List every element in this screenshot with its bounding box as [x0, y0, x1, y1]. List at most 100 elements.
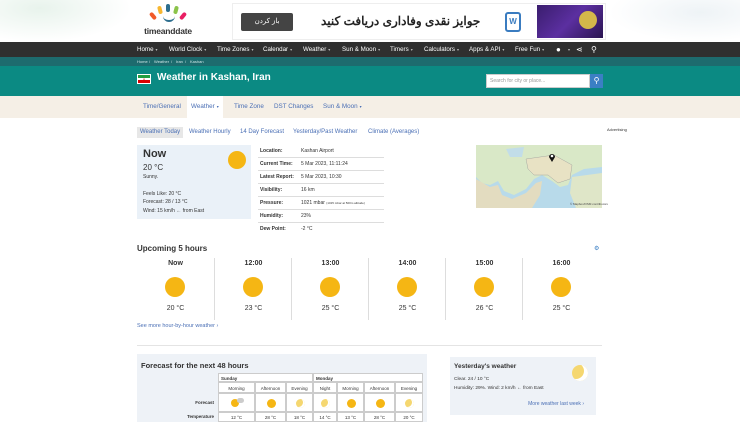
breadcrumb-weather[interactable]: Weather — [154, 57, 169, 66]
period-label: Afternoon — [364, 382, 395, 393]
subtab-14-day-forecast[interactable]: 14 Day Forecast — [240, 127, 284, 138]
map-graphic — [476, 145, 602, 208]
sun-icon — [320, 277, 340, 297]
iran-flag-icon: ● — [137, 74, 151, 84]
advertisement-banner[interactable]: باز کردن جوایز نقدی وفاداری دریافت کنید … — [232, 3, 606, 40]
main-nav: Home ▾ World Clock ▾ Time Zones ▾ Calendar ▾… — [0, 42, 740, 57]
section-tabs: Time/General Weather ▾ Time Zone DST Chan… — [0, 96, 740, 118]
forecast-cell — [218, 393, 255, 412]
forecast-cell — [255, 393, 286, 412]
forecast-cell — [395, 393, 423, 412]
nav-world-clock[interactable]: World Clock ▾ — [169, 42, 206, 57]
forecast-cell — [286, 393, 313, 412]
map-credit: © Mapbox/OSM contributors — [570, 202, 608, 206]
row-label-forecast: Forecast — [195, 400, 214, 405]
logo-text: timeanddate — [144, 26, 192, 36]
temp-cell: 28 °C — [364, 412, 395, 422]
location-pin-icon — [549, 154, 555, 162]
gear-icon[interactable]: ⚙ — [594, 245, 599, 252]
detail-row-humidity: Humidity: 23% — [258, 210, 384, 223]
site-logo[interactable]: timeanddate — [137, 4, 199, 40]
moon-icon — [405, 399, 414, 408]
temp-cell: 12 °C — [218, 412, 255, 422]
hour-column: 14:00 25 °C — [397, 260, 417, 312]
hour-column: 16:00 25 °C — [551, 260, 571, 312]
subtab-past-weather[interactable]: Yesterday/Past Weather — [293, 127, 357, 138]
tab-time-zone[interactable]: Time Zone — [234, 96, 264, 118]
nav-sun-moon[interactable]: Sun & Moon ▾ — [342, 42, 380, 57]
logo-mark — [137, 4, 199, 26]
share-icon[interactable]: ⋖ — [576, 45, 583, 54]
ad-headline: جوایز نقدی وفاداری دریافت کنید — [321, 14, 481, 28]
tab-time-general[interactable]: Time/General — [143, 96, 181, 118]
detail-row-latest-report: Latest Report: 5 Mar 2023, 10:30 — [258, 171, 384, 184]
decorative-right — [608, 0, 740, 42]
ad-image — [537, 5, 603, 38]
hour-column: 13:00 25 °C — [320, 260, 340, 312]
nav-timers[interactable]: Timers ▾ — [390, 42, 413, 57]
nav-weather[interactable]: Weather ▾ — [303, 42, 330, 57]
sun-icon — [397, 277, 417, 297]
ad-open-button[interactable]: باز کردن — [241, 13, 293, 31]
sun-icon — [267, 399, 276, 408]
tab-sun-moon[interactable]: Sun & Moon ▾ — [323, 96, 362, 118]
forecast-cell — [364, 393, 395, 412]
now-title: Now — [143, 148, 167, 160]
period-label: Evening — [286, 382, 313, 393]
decorative-left — [0, 0, 132, 42]
detail-row-location: Location: Kashan Airport — [258, 145, 384, 158]
period-label: Evening — [395, 382, 423, 393]
chevron-right-icon: › — [582, 401, 584, 407]
breadcrumb-iran[interactable]: Iran — [176, 57, 183, 66]
forecast-range: Forecast: 28 / 13 °C — [143, 199, 188, 205]
forecast-48-panel: Forecast for the next 48 hours Sunday Mo… — [137, 354, 427, 422]
period-label: Afternoon — [255, 382, 286, 393]
search-input[interactable]: Search for city or place... — [486, 74, 590, 88]
breadcrumb-home[interactable]: Home — [137, 57, 148, 66]
current-weather-panel: Now 20 °C Sunny. Feels Like: 20 °C Forec… — [137, 145, 251, 219]
period-label: Morning — [337, 382, 364, 393]
subtab-climate[interactable]: Climate (Averages) — [368, 127, 419, 138]
hour-column: 15:00 26 °C — [474, 260, 494, 312]
account-icon[interactable]: ● — [556, 45, 561, 54]
breadcrumb-separator: / — [185, 59, 187, 64]
moon-icon — [296, 399, 305, 408]
temp-cell: 28 °C — [255, 412, 286, 422]
period-label: Night — [313, 382, 337, 393]
tab-weather[interactable]: Weather ▾ — [187, 96, 223, 118]
yesterday-humidity-wind: Humidity: 29%. Wind: 2 km/h ← from East — [454, 386, 544, 391]
subtab-weather-hourly[interactable]: Weather Hourly — [189, 127, 231, 138]
sun-icon — [228, 151, 246, 169]
hour-by-hour-link[interactable]: See more hour-by-hour weather › — [137, 323, 218, 329]
advertising-label: Advertising — [607, 127, 627, 132]
moon-icon — [321, 399, 330, 408]
row-label-temperature: Temperature — [187, 414, 214, 419]
subtab-weather-today[interactable]: Weather Today — [137, 127, 184, 138]
forecast-cell — [337, 393, 364, 412]
breadcrumb-separator: / — [149, 59, 151, 64]
nav-calendar[interactable]: Calendar ▾ — [263, 42, 292, 57]
ad-brand-icon: W — [505, 12, 521, 32]
temp-cell: 18 °C — [286, 412, 313, 422]
nav-free-fun[interactable]: Free Fun ▾ — [515, 42, 544, 57]
current-description: Sunny. — [143, 174, 159, 180]
location-map[interactable] — [476, 145, 602, 208]
yesterday-title: Yesterday's weather — [454, 363, 517, 370]
nav-home[interactable]: Home ▾ — [137, 42, 158, 57]
yesterday-summary: Clear. 24 / 10 °C — [454, 377, 490, 382]
nav-calculators[interactable]: Calculators ▾ — [424, 42, 459, 57]
tab-dst-changes[interactable]: DST Changes — [274, 96, 313, 118]
detail-row-visibility: Visibility: 16 km — [258, 184, 384, 197]
day-header-monday: Monday — [313, 373, 423, 382]
search-button[interactable]: ⚲ — [590, 74, 603, 88]
account-caret-icon[interactable]: ▾ — [566, 42, 570, 57]
nav-time-zones[interactable]: Time Zones ▾ — [217, 42, 253, 57]
upcoming-hours-title: Upcoming 5 hours — [137, 244, 208, 253]
more-weather-last-week-link[interactable]: More weather last week › — [528, 401, 584, 407]
search-icon[interactable]: ⚲ — [591, 45, 597, 54]
temp-cell: 20 °C — [395, 412, 423, 422]
breadcrumb: Home / Weather / Iran / Kashan — [0, 57, 740, 66]
nav-apps-api[interactable]: Apps & API ▾ — [469, 42, 504, 57]
feels-like: Feels Like: 20 °C — [143, 191, 182, 197]
sun-icon — [551, 277, 571, 297]
